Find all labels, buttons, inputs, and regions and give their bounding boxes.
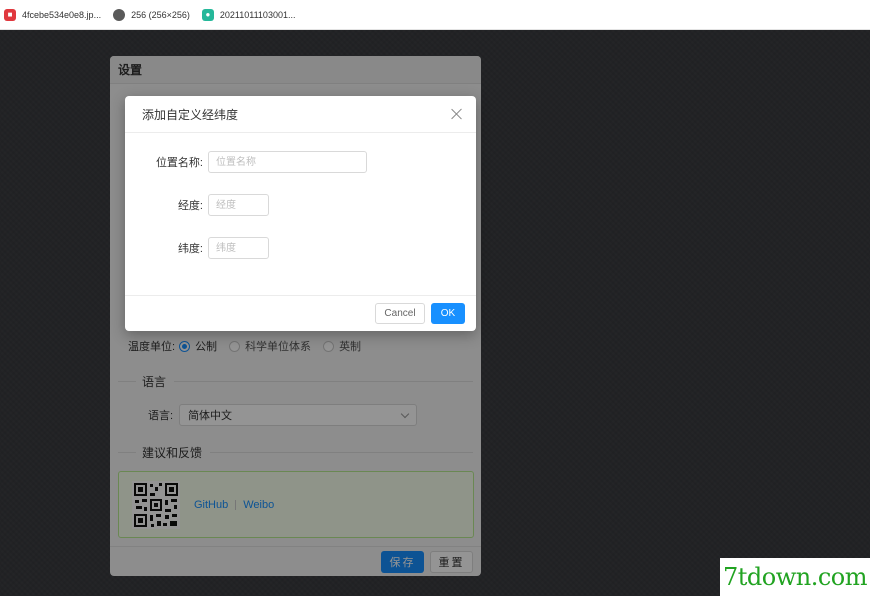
latitude-label: 纬度: [177,243,203,255]
app-icon: ● [201,8,214,21]
longitude-field: 经度: [133,194,269,216]
location-name-label: 位置名称: [155,157,203,169]
watermark: 7tdown.com [720,558,870,596]
bookmark-2[interactable]: 256 (256×256) [113,8,190,21]
modal-footer: Cancel OK [125,295,476,331]
add-coordinates-modal: 添加自定义经纬度 位置名称: 经度: 纬度: Cancel OK [125,96,476,331]
longitude-label: 经度: [177,200,203,212]
pdf-icon: ■ [4,8,16,21]
modal-title: 添加自定义经纬度 [142,107,239,122]
bookmark-3[interactable]: ● 20211011103001... [201,8,296,21]
ok-button[interactable]: OK [431,303,465,324]
bookmark-label: 256 (256×256) [131,9,190,20]
location-name-field: 位置名称: [133,151,367,173]
bookmark-label: 20211011103001... [219,9,296,20]
latitude-field: 纬度: [133,237,269,259]
latitude-input[interactable] [208,237,269,259]
location-name-input[interactable] [208,151,367,173]
globe-icon [113,8,126,21]
cancel-button[interactable]: Cancel [375,303,425,324]
longitude-input[interactable] [208,194,269,216]
modal-header: 添加自定义经纬度 [125,96,476,133]
bookmark-1[interactable]: ■ 4fcebe534e0e8.jp... [4,8,102,21]
close-icon[interactable] [451,108,463,120]
bookmarks-bar: ■ 4fcebe534e0e8.jp... 256 (256×256) ● 20… [0,0,870,30]
watermark-text: 7tdown.com [722,563,868,591]
bookmark-label: 4fcebe534e0e8.jp... [22,9,102,20]
